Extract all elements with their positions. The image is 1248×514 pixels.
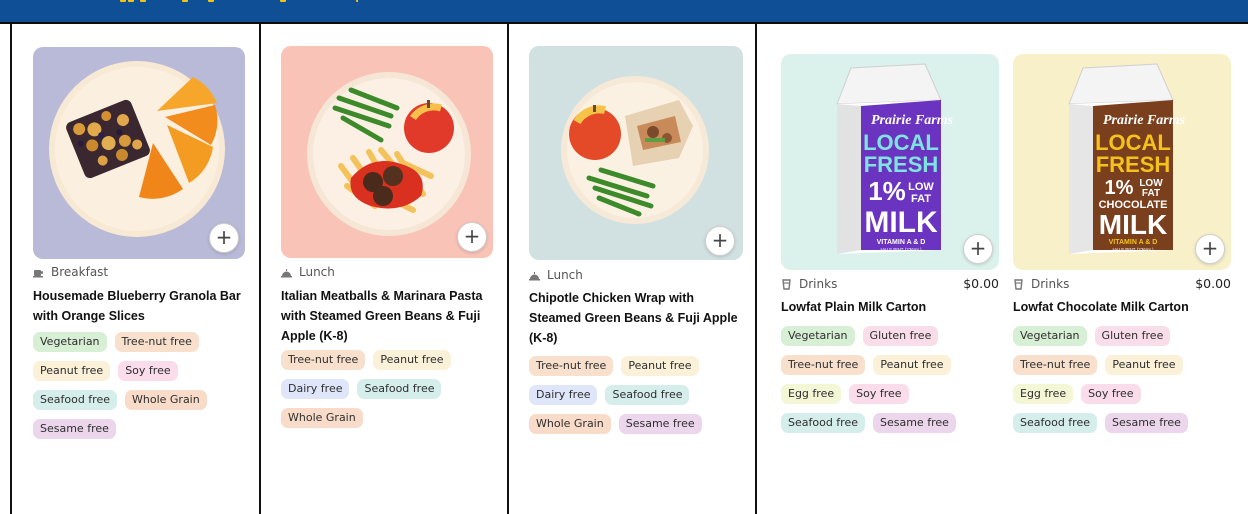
carton-brand: Prairie Farms [871,113,954,128]
tag-tree-nut-free: Tree-nut free [781,355,866,375]
item-title[interactable]: Chipotle Chicken Wrap with Steamed Green… [529,288,747,348]
menu-item-card[interactable]: Prairie Farms LOCAL FRESH 1% LOW FAT MIL… [757,24,1001,514]
tag-whole-grain: Whole Grain [125,390,207,410]
carton-milk: MILK [864,206,938,239]
tag-seafood-free: Seafood free [781,413,865,433]
tag-peanut-free: Peanut free [373,350,451,370]
item-price: $0.00 [963,276,999,291]
drink-icon [1014,278,1023,290]
menu-grid: + Breakfast Housemade Blueberry Granola … [0,24,1248,514]
menu-item-card[interactable]: + Breakfast Housemade Blueberry Granola … [12,24,258,514]
dietary-tags: Tree-nut free Peanut free Dairy free Sea… [529,356,749,434]
tag-gluten-free: Gluten free [1094,326,1171,346]
add-to-cart-button[interactable]: + [963,234,993,264]
tag-peanut-free: Peanut free [621,356,699,376]
add-to-cart-button[interactable]: + [1195,234,1225,264]
tag-tree-nut-free: Tree-nut free [529,356,614,376]
carton-vitamin: VITAMIN A & D [877,239,926,246]
item-title[interactable]: Italian Meatballs & Marinara Pasta with … [281,286,497,346]
tag-seafood-free: Seafood free [357,379,442,399]
header-title-fragment [118,0,358,2]
menu-item-card[interactable]: + Lunch Italian Meatballs & Marinara Pas… [261,24,505,514]
tag-tree-nut-free: Tree-nut free [281,350,366,370]
item-price: $0.00 [1195,276,1231,291]
tag-egg-free: Egg free [781,384,842,404]
category-text: Drinks [1031,277,1070,291]
item-title[interactable]: Lowfat Chocolate Milk Carton [1013,297,1239,317]
tag-sesame-free: Sesame free [618,414,702,434]
carton-pint: HALF PINT (236mL) [1113,247,1154,252]
carton-fresh: FRESH [1096,152,1171,177]
tag-soy-free: Soy free [849,384,909,404]
tag-gluten-free: Gluten free [862,326,939,346]
tag-peanut-free: Peanut free [1105,355,1183,375]
tag-whole-grain: Whole Grain [281,408,363,428]
category-text: Drinks [799,277,838,291]
tag-seafood-free: Seafood free [33,390,117,410]
carton-pct: 1% [1105,177,1134,199]
tag-vegetarian: Vegetarian [781,326,855,346]
category-text: Lunch [547,268,583,282]
tag-tree-nut-free: Tree-nut free [114,332,199,352]
category-label: Lunch [281,264,335,280]
lunch-icon [281,268,292,277]
menu-item-card[interactable]: Prairie Farms LOCAL FRESH 1% LOW FAT CHO… [1001,24,1245,514]
category-text: Breakfast [51,265,109,279]
carton-fat: FAT [911,193,931,205]
dietary-tags: Tree-nut free Peanut free Dairy free Sea… [281,350,501,428]
lunch-icon [529,271,540,280]
tag-soy-free: Soy free [1081,384,1141,404]
carton-milk: MILK [1099,209,1167,240]
carton-low: LOW [908,181,934,193]
item-title[interactable]: Housemade Blueberry Granola Bar with Ora… [33,286,251,326]
category-label: Breakfast [33,264,108,280]
drink-icon [782,278,791,290]
carton-vitamin: VITAMIN A & D [1109,239,1158,246]
category-label: Drinks [781,276,837,292]
tag-sesame-free: Sesame free [33,419,116,439]
tag-peanut-free: Peanut free [33,361,111,381]
tag-vegetarian: Vegetarian [33,332,107,352]
menu-item-card[interactable]: + Lunch Chipotle Chicken Wrap with Steam… [509,24,753,514]
breakfast-icon [33,269,43,277]
dietary-tags: Vegetarian Gluten free Tree-nut free Pea… [781,326,995,433]
tag-peanut-free: Peanut free [873,355,951,375]
carton-fresh: FRESH [864,152,939,177]
tag-egg-free: Egg free [1013,384,1074,404]
tag-whole-grain: Whole Grain [529,414,611,434]
tag-sesame-free: Sesame free [873,413,956,433]
tag-dairy-free: Dairy free [281,379,350,399]
carton-fat: FAT [1142,188,1160,199]
dietary-tags: Vegetarian Gluten free Tree-nut free Pea… [1013,326,1227,433]
dietary-tags: Vegetarian Tree-nut free Peanut free Soy… [33,332,253,439]
category-text: Lunch [299,265,335,279]
tag-seafood-free: Seafood free [605,385,690,405]
tag-sesame-free: Sesame free [1105,413,1188,433]
tag-soy-free: Soy free [118,361,178,381]
carton-brand: Prairie Farms [1103,113,1186,128]
carton-pint: HALF PINT (236mL) [881,247,922,252]
tag-vegetarian: Vegetarian [1013,326,1087,346]
item-title[interactable]: Lowfat Plain Milk Carton [781,297,997,317]
add-to-cart-button[interactable]: + [705,226,735,256]
category-label: Drinks [1013,276,1069,292]
category-label: Lunch [529,267,583,283]
tag-seafood-free: Seafood free [1013,413,1097,433]
add-to-cart-button[interactable]: + [457,222,487,252]
header-bar [0,0,1248,24]
tag-tree-nut-free: Tree-nut free [1013,355,1098,375]
carton-pct: 1% [868,176,906,206]
add-to-cart-button[interactable]: + [209,223,239,253]
tag-dairy-free: Dairy free [529,385,598,405]
